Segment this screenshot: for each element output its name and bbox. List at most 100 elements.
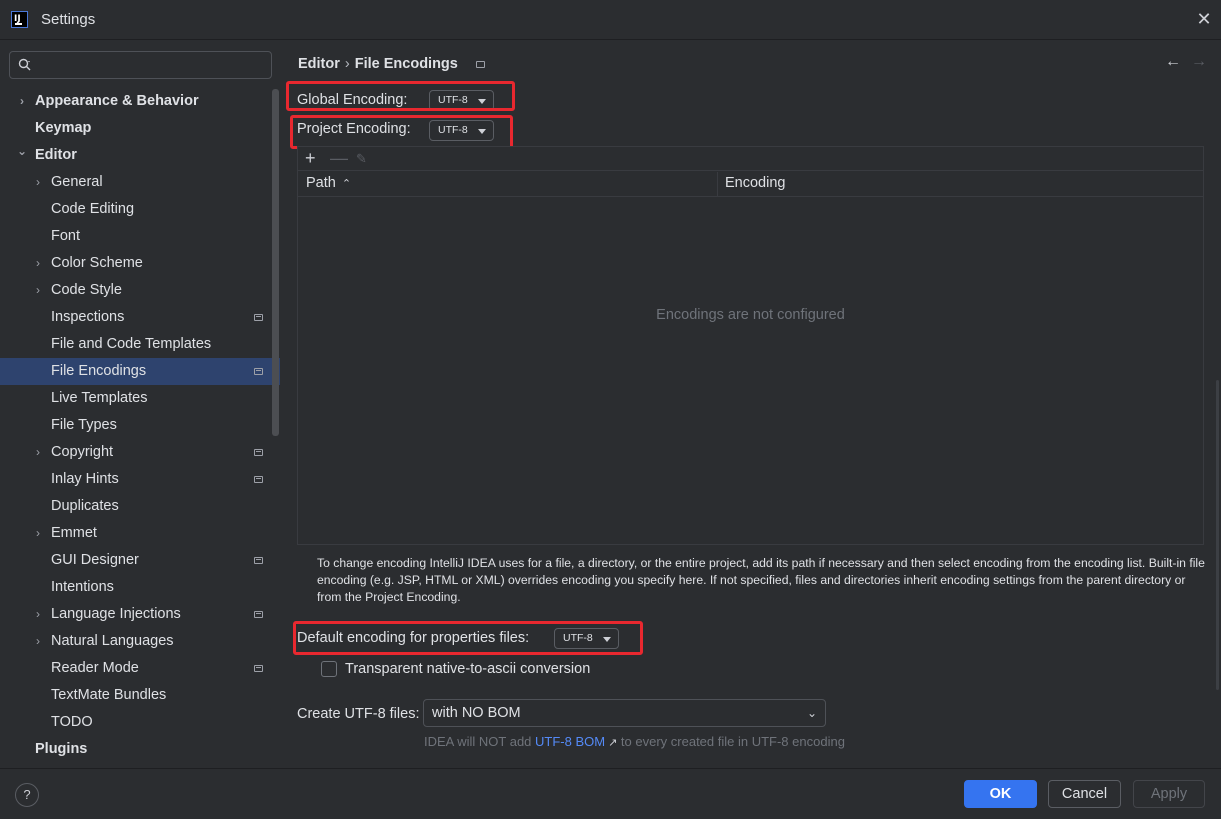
chevron-right-icon[interactable]: › bbox=[32, 628, 44, 655]
project-scope-icon bbox=[476, 61, 485, 68]
sidebar-item-label: Intentions bbox=[51, 579, 114, 595]
sidebar-item-label: Reader Mode bbox=[51, 660, 139, 676]
sidebar-item-gui-designer[interactable]: GUI Designer bbox=[0, 547, 280, 574]
sidebar-item-label: TODO bbox=[51, 714, 93, 730]
breadcrumb: Editor › File Encodings bbox=[298, 56, 458, 72]
remove-icon: — bbox=[330, 148, 348, 168]
sidebar-item-reader-mode[interactable]: Reader Mode bbox=[0, 655, 280, 682]
window-title: Settings bbox=[41, 11, 96, 28]
back-arrow-icon[interactable]: ← bbox=[1165, 53, 1181, 71]
intellij-icon: IJ bbox=[11, 11, 28, 28]
sidebar-item-code-style[interactable]: › Code Style bbox=[0, 277, 280, 304]
sidebar-item-file-encodings[interactable]: File Encodings bbox=[0, 358, 280, 385]
add-icon[interactable]: + bbox=[305, 148, 316, 168]
ok-button[interactable]: OK bbox=[964, 780, 1037, 808]
sidebar-item-plugins[interactable]: Plugins bbox=[0, 736, 280, 763]
help-button[interactable]: ? bbox=[15, 783, 39, 807]
column-divider[interactable] bbox=[717, 172, 718, 197]
external-link-icon: ↗ bbox=[608, 737, 618, 749]
project-scope-icon bbox=[254, 665, 263, 672]
chevron-right-icon[interactable]: › bbox=[16, 88, 28, 115]
apply-button: Apply bbox=[1133, 780, 1205, 808]
project-scope-icon bbox=[254, 449, 263, 456]
sidebar-item-label: Emmet bbox=[51, 525, 97, 541]
chevron-right-icon[interactable]: › bbox=[32, 277, 44, 304]
sidebar-item-emmet[interactable]: › Emmet bbox=[0, 520, 280, 547]
sidebar-item-inspections[interactable]: Inspections bbox=[0, 304, 280, 331]
sidebar-item-appearance-behavior[interactable]: › Appearance & Behavior bbox=[0, 88, 280, 115]
sidebar-scrollbar[interactable] bbox=[272, 89, 279, 436]
edit-icon: ✎ bbox=[356, 151, 367, 166]
sidebar-item-natural-languages[interactable]: › Natural Languages bbox=[0, 628, 280, 655]
sidebar-item-language-injections[interactable]: › Language Injections bbox=[0, 601, 280, 628]
sidebar-item-label: Inlay Hints bbox=[51, 471, 119, 487]
sidebar-item-label: Font bbox=[51, 228, 81, 244]
sidebar-item-textmate-bundles[interactable]: TextMate Bundles bbox=[0, 682, 280, 709]
main-scrollbar[interactable] bbox=[1216, 380, 1219, 690]
sidebar-item-intentions[interactable]: Intentions bbox=[0, 574, 280, 601]
sidebar-item-label: Copyright bbox=[51, 444, 114, 460]
column-header-encoding[interactable]: Encoding bbox=[725, 175, 785, 191]
main-panel: Editor › File Encodings ← → Global Encodin… bbox=[281, 41, 1221, 768]
native-to-ascii-checkbox[interactable] bbox=[321, 661, 337, 677]
sidebar-item-copyright[interactable]: › Copyright bbox=[0, 439, 280, 466]
sidebar-item-label: Plugins bbox=[35, 741, 88, 757]
utf8-bom-link[interactable]: UTF-8 BOM bbox=[535, 734, 605, 749]
sidebar-item-editor[interactable]: ⌄ Editor bbox=[0, 142, 280, 169]
sidebar-item-label: Keymap bbox=[35, 120, 92, 136]
bom-note: IDEA will NOT add UTF-8 BOM ↗ to every cr… bbox=[424, 734, 845, 749]
close-icon[interactable]: ✕ bbox=[1193, 8, 1215, 30]
column-header-path[interactable]: Path ⌃ bbox=[306, 175, 351, 191]
chevron-right-icon[interactable]: › bbox=[32, 601, 44, 628]
sidebar-item-label: Editor bbox=[35, 147, 77, 163]
sidebar-item-font[interactable]: Font bbox=[0, 223, 280, 250]
settings-tree: › Appearance & Behavior Keymap ⌄ Editor › Gene… bbox=[0, 88, 280, 763]
sidebar-item-inlay-hints[interactable]: Inlay Hints bbox=[0, 466, 280, 493]
dialog-footer: ? OK Cancel Apply bbox=[0, 768, 1221, 819]
project-scope-icon bbox=[254, 557, 263, 564]
sidebar-item-code-editing[interactable]: Code Editing bbox=[0, 196, 280, 223]
search-input[interactable] bbox=[9, 51, 272, 79]
breadcrumb-separator: › bbox=[344, 56, 350, 72]
create-utf8-dropdown[interactable]: with NO BOM ⌄ bbox=[423, 699, 826, 727]
search-icon bbox=[18, 58, 31, 71]
sidebar-item-general[interactable]: › General bbox=[0, 169, 280, 196]
breadcrumb-parent[interactable]: Editor bbox=[298, 56, 340, 72]
table-toolbar: + — ✎ bbox=[298, 147, 1203, 171]
sidebar-item-label: File Encodings bbox=[51, 363, 147, 379]
sidebar-item-label: GUI Designer bbox=[51, 552, 139, 568]
chevron-down-icon: ⌄ bbox=[806, 706, 817, 720]
sidebar-item-file-types[interactable]: File Types bbox=[0, 412, 280, 439]
sidebar-item-label: Code Style bbox=[51, 282, 122, 298]
chevron-right-icon[interactable]: › bbox=[32, 520, 44, 547]
sidebar-item-label: General bbox=[51, 174, 103, 190]
sidebar-item-duplicates[interactable]: Duplicates bbox=[0, 493, 280, 520]
sidebar-item-label: Appearance & Behavior bbox=[35, 93, 199, 109]
sidebar-item-live-templates[interactable]: Live Templates bbox=[0, 385, 280, 412]
sidebar-item-label: File and Code Templates bbox=[51, 336, 212, 352]
help-text: To change encoding IntelliJ IDEA uses fo… bbox=[317, 556, 1205, 604]
title-bar: IJ Settings ✕ bbox=[0, 0, 1221, 40]
sidebar-item-label: Language Injections bbox=[51, 606, 181, 622]
encoding-mappings-table: + — ✎ Path ⌃ Encoding Encodings are not c… bbox=[297, 146, 1204, 545]
sidebar-item-todo[interactable]: TODO bbox=[0, 709, 280, 736]
sidebar-item-label: Code Editing bbox=[51, 201, 135, 217]
sidebar-item-label: Duplicates bbox=[51, 498, 119, 514]
settings-sidebar: › Appearance & Behavior Keymap ⌄ Editor › Gene… bbox=[0, 41, 280, 768]
sidebar-item-label: Natural Languages bbox=[51, 633, 174, 649]
native-to-ascii-label[interactable]: Transparent native-to-ascii conversion bbox=[345, 661, 590, 677]
highlight-box bbox=[293, 621, 643, 655]
chevron-right-icon[interactable]: › bbox=[32, 439, 44, 466]
project-scope-icon bbox=[254, 314, 263, 321]
chevron-down-icon[interactable]: ⌄ bbox=[16, 138, 28, 165]
project-scope-icon bbox=[254, 611, 263, 618]
cancel-button[interactable]: Cancel bbox=[1048, 780, 1121, 808]
sidebar-item-label: Inspections bbox=[51, 309, 125, 325]
project-scope-icon bbox=[254, 368, 263, 375]
chevron-right-icon[interactable]: › bbox=[32, 169, 44, 196]
sidebar-item-file-and-code-templates[interactable]: File and Code Templates bbox=[0, 331, 280, 358]
highlight-box bbox=[286, 81, 515, 111]
sidebar-item-keymap[interactable]: Keymap bbox=[0, 115, 280, 142]
chevron-right-icon[interactable]: › bbox=[32, 250, 44, 277]
sidebar-item-color-scheme[interactable]: › Color Scheme bbox=[0, 250, 280, 277]
